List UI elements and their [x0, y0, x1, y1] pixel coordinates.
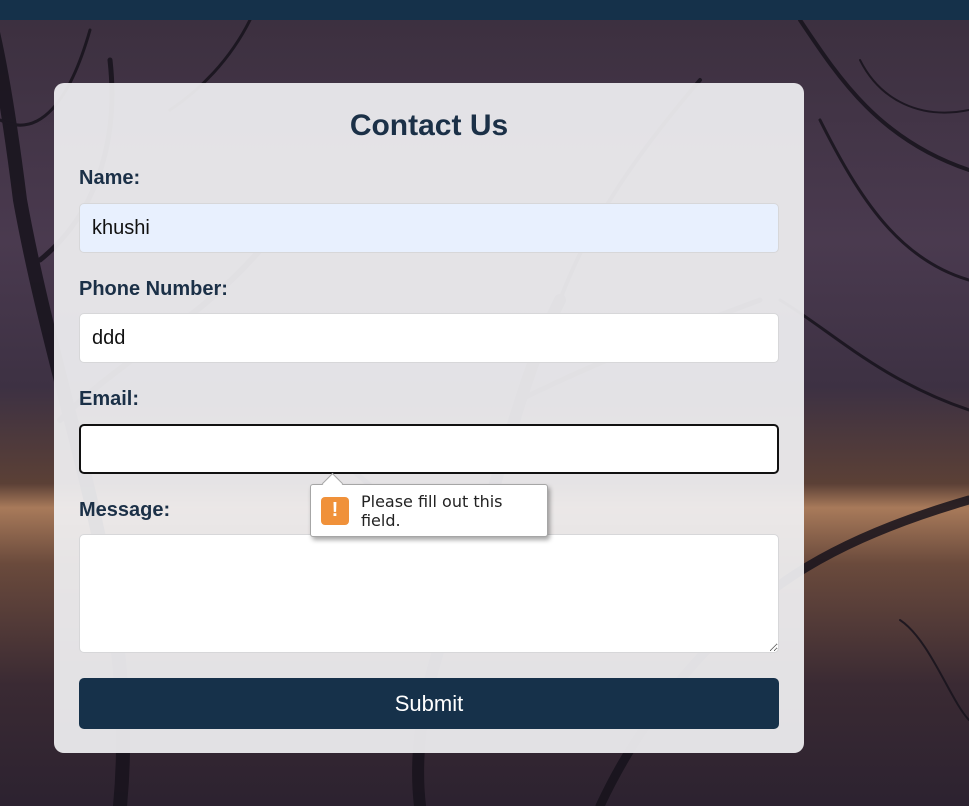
email-input[interactable]	[79, 424, 779, 474]
phone-input[interactable]	[79, 313, 779, 363]
top-nav-bar	[0, 0, 969, 20]
validation-message: Please fill out this field.	[360, 491, 503, 530]
form-title: Contact Us	[349, 109, 509, 142]
message-label: Message:	[79, 499, 171, 521]
submit-button[interactable]: Submit	[79, 678, 779, 729]
email-label: Email:	[79, 388, 140, 410]
name-label: Name:	[79, 167, 141, 189]
message-textarea[interactable]	[79, 534, 779, 653]
name-input[interactable]	[79, 203, 779, 253]
validation-tooltip: ! Please fill out this field.	[310, 472, 548, 537]
phone-label: Phone Number:	[79, 278, 228, 300]
warning-icon: !	[321, 496, 349, 525]
contact-form-card: Contact Us Name: Phone Number: Email: Me…	[54, 83, 804, 753]
